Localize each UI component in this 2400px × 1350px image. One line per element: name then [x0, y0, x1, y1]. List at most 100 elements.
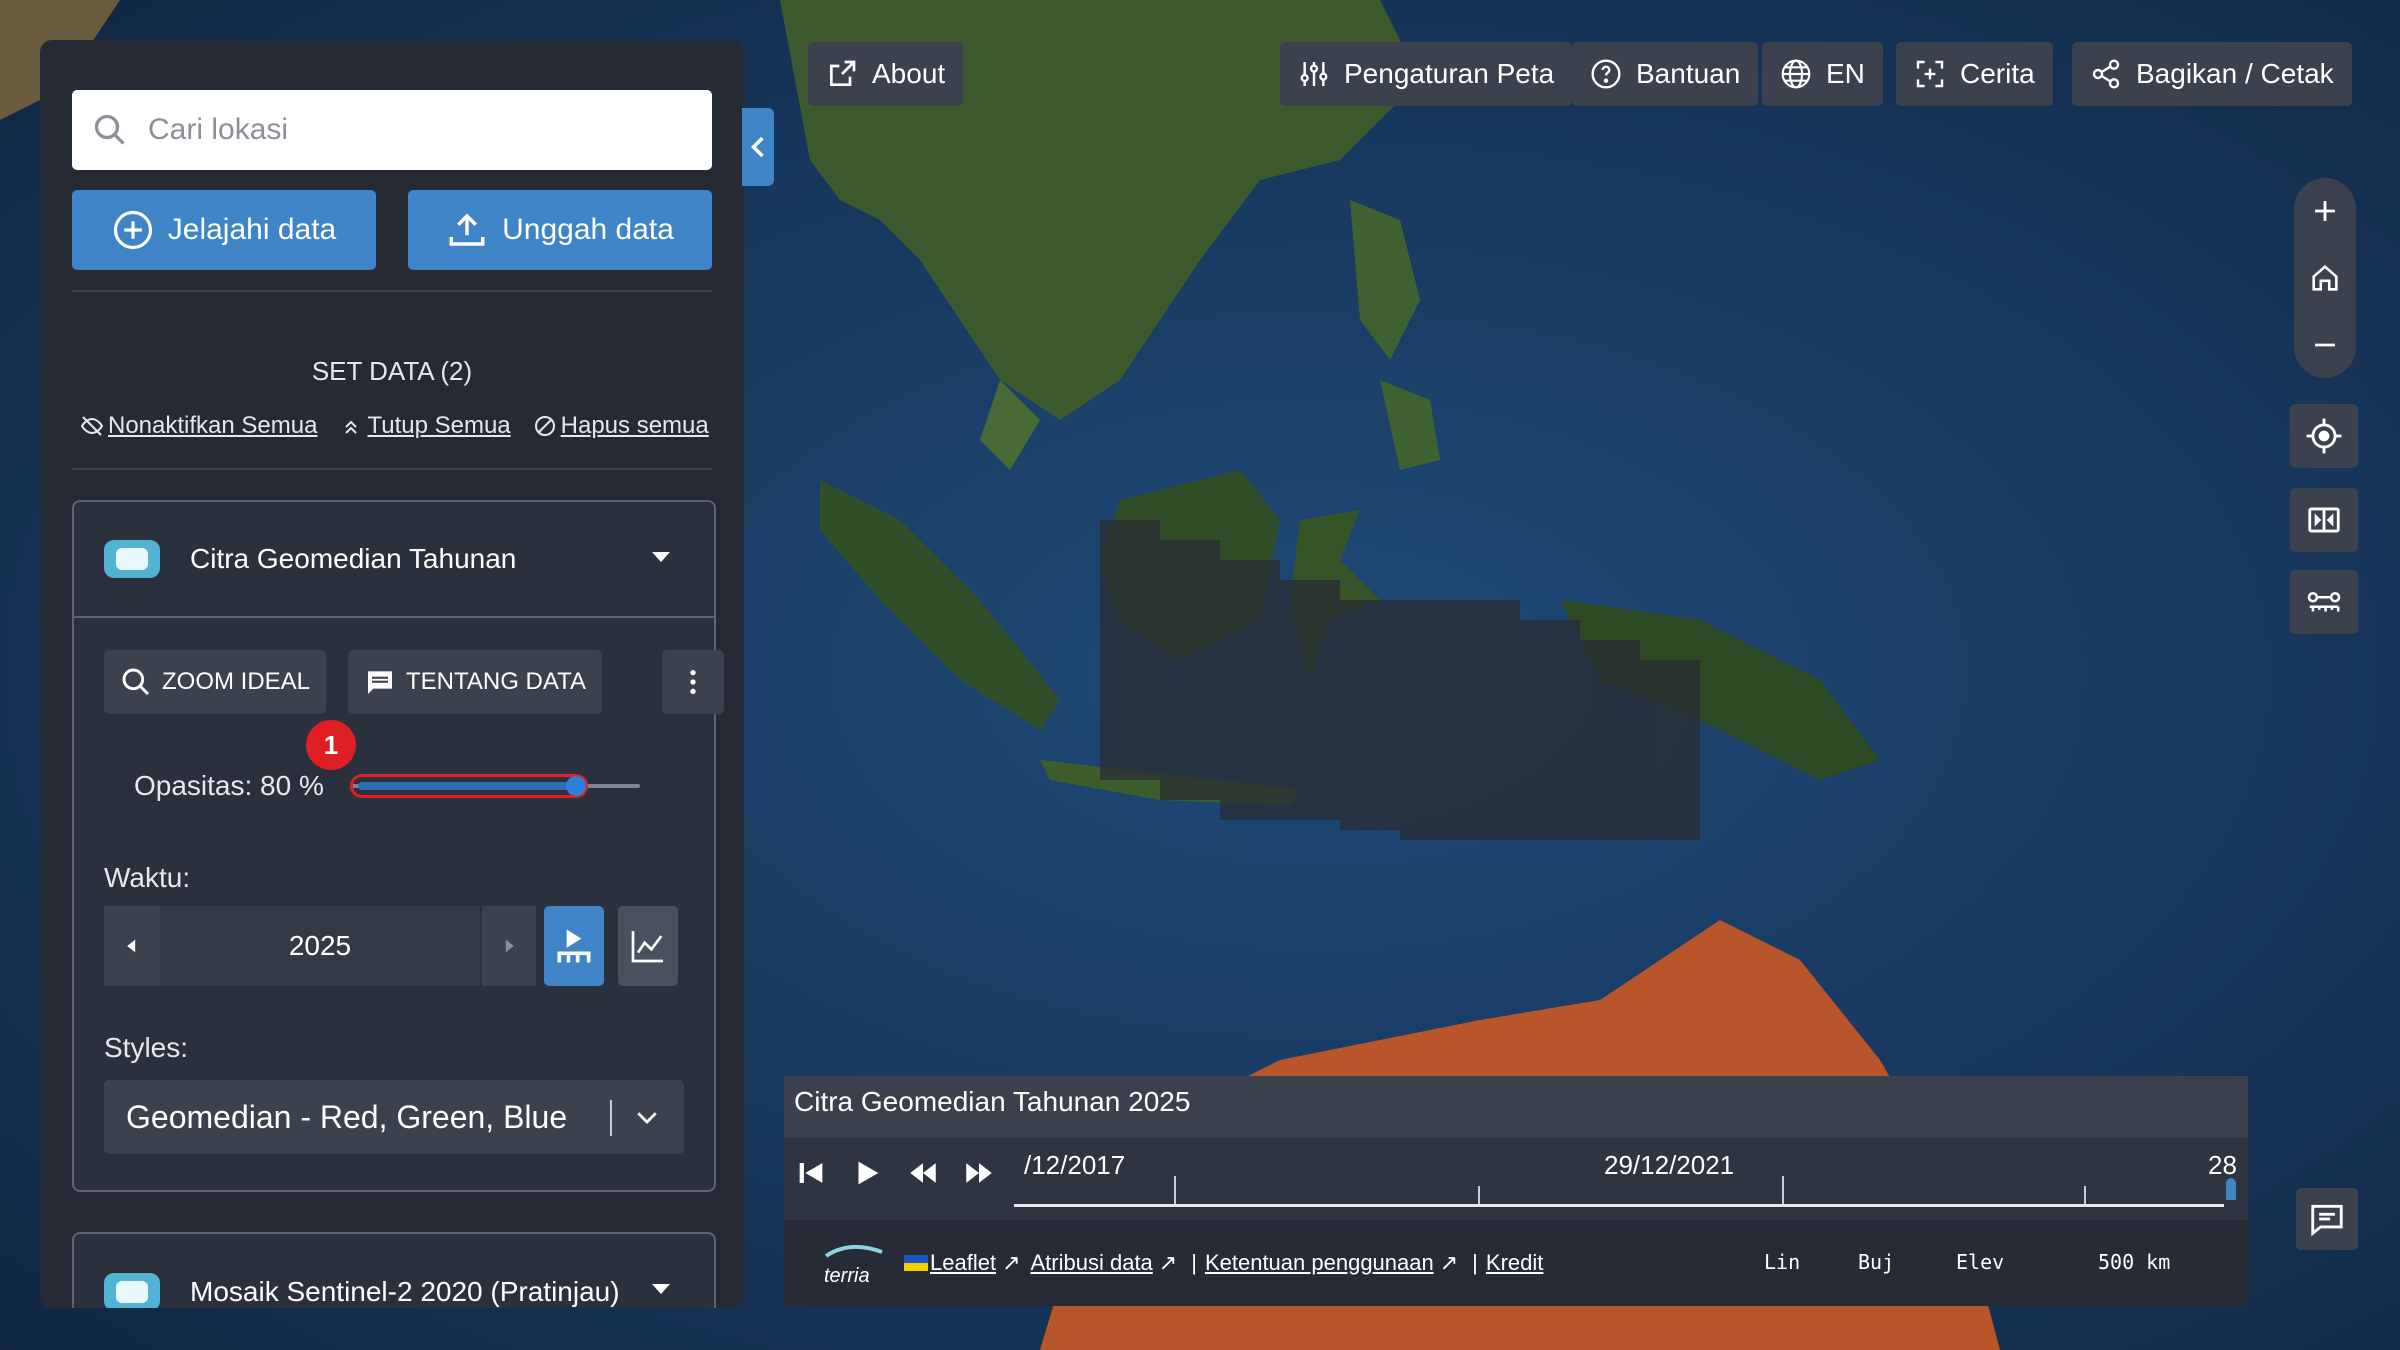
language-button[interactable]: EN: [1762, 42, 1883, 106]
chart-button[interactable]: [618, 906, 678, 986]
locate-icon: [2306, 418, 2342, 454]
time-next-button[interactable]: [480, 906, 536, 986]
chevron-down-icon[interactable]: [652, 552, 670, 562]
workbench-actions: Nonaktifkan Semua Tutup Semua Hapus semu…: [80, 412, 709, 440]
upload-icon: [449, 213, 485, 246]
line-chart-icon: [631, 931, 663, 963]
collapse-panel-button[interactable]: [742, 108, 774, 186]
feedback-button[interactable]: [2296, 1188, 2358, 1250]
caret-left-icon: [127, 939, 136, 953]
upload-data-button[interactable]: Unggah data: [408, 190, 712, 270]
help-button[interactable]: Bantuan: [1572, 42, 1759, 106]
leaflet-link[interactable]: Leaflet: [930, 1250, 996, 1276]
zoom-out-icon[interactable]: [2308, 328, 2342, 362]
timeline-cursor[interactable]: [2226, 1178, 2236, 1200]
opacity-slider[interactable]: [350, 772, 640, 800]
measure-button[interactable]: [2290, 570, 2358, 634]
sliders-icon: [1300, 62, 1328, 86]
timeline-date-start: /12/2017: [1024, 1150, 1126, 1180]
chevrons-up-icon: [345, 420, 358, 434]
timeline-controls: [794, 1156, 996, 1190]
terms-link[interactable]: Ketentuan penggunaan: [1205, 1250, 1434, 1276]
fast-forward-icon[interactable]: [962, 1156, 996, 1190]
status-bar: terria Leaflet ↗ Atribusi data ↗ | Keten…: [784, 1220, 2248, 1306]
time-prev-button[interactable]: [104, 906, 160, 986]
timeline-axis[interactable]: [1014, 1204, 2224, 1207]
chevron-down-icon: [637, 1112, 657, 1124]
select-separator: [610, 1100, 612, 1136]
chevron-down-icon[interactable]: [652, 1284, 670, 1294]
explore-data-button[interactable]: Jelajahi data: [72, 190, 376, 270]
zoom-ideal-button[interactable]: ZOOM IDEAL: [104, 650, 327, 714]
timeline-date-end: 28: [2208, 1150, 2237, 1180]
step-badge: 1: [306, 720, 356, 770]
timeline-tick: [1782, 1176, 1784, 1204]
longitude-label: Buj: [1858, 1250, 1895, 1274]
comment-icon: [368, 671, 392, 694]
flag-icon: [904, 1255, 928, 1271]
upload-data-label: Unggah data: [502, 213, 674, 246]
styles-label: Styles:: [104, 1032, 189, 1063]
dataset-visibility-toggle[interactable]: [104, 1273, 160, 1308]
share-label: Bagikan / Cetak: [2136, 58, 2334, 89]
zoom-in-icon[interactable]: [2308, 194, 2342, 228]
search-input[interactable]: [148, 113, 668, 147]
about-data-label: TENTANG DATA: [406, 668, 586, 695]
split-icon: [2308, 507, 2340, 533]
divider: [72, 290, 712, 292]
help-icon: [1591, 59, 1621, 89]
collapse-all-link[interactable]: Tutup Semua: [339, 412, 511, 440]
share-print-button[interactable]: Bagikan / Cetak: [2072, 42, 2352, 106]
slider-thumb[interactable]: [566, 776, 586, 796]
disable-all-link[interactable]: Nonaktifkan Semua: [80, 412, 317, 440]
dataset-card: Mosaik Sentinel-2 2020 (Pratinjau): [72, 1232, 716, 1308]
dataset-title: Citra Geomedian Tahunan: [190, 543, 517, 574]
external-link-icon: ↗: [1158, 1250, 1178, 1275]
split-compare-button[interactable]: [2290, 488, 2358, 552]
search-icon: [94, 114, 125, 145]
timeline-tick: [1174, 1176, 1176, 1204]
rewind-icon[interactable]: [906, 1156, 940, 1190]
more-vert-icon: [690, 670, 696, 694]
time-selector: 2025: [104, 906, 536, 986]
time-value[interactable]: 2025: [160, 906, 480, 986]
play-icon[interactable]: [850, 1156, 884, 1190]
workbench-title: SET DATA (2): [311, 356, 473, 386]
home-icon[interactable]: [2308, 261, 2342, 295]
dataset-title: Mosaik Sentinel-2 2020 (Pratinjau): [190, 1276, 620, 1307]
explore-data-label: Jelajahi data: [167, 213, 337, 246]
locate-button[interactable]: [2290, 404, 2358, 468]
terria-logo: terria: [820, 1236, 890, 1295]
help-label: Bantuan: [1636, 58, 1741, 89]
globe-icon: [1781, 59, 1811, 89]
latitude-label: Lin: [1764, 1250, 1801, 1274]
zoom-icon: [122, 668, 150, 696]
map-settings-button[interactable]: Pengaturan Peta: [1280, 42, 1573, 106]
opacity-label: Opasitas: 80 %: [134, 770, 324, 801]
timeline-date-mid: 29/12/2021: [1604, 1150, 1735, 1180]
dataset-visibility-toggle[interactable]: [104, 540, 160, 578]
attribution-link[interactable]: Atribusi data: [1031, 1250, 1153, 1276]
separator: |: [1472, 1250, 1478, 1275]
styles-select[interactable]: Geomedian - Red, Green, Blue: [104, 1080, 684, 1154]
workbench-panel: Jelajahi data Unggah data SET DATA (2) N…: [40, 40, 744, 1308]
credits-link[interactable]: Kredit: [1486, 1250, 1543, 1276]
dataset-card: Citra Geomedian Tahunan ZOOM IDEAL TENTA…: [72, 500, 724, 1192]
dataset-header[interactable]: Mosaik Sentinel-2 2020 (Pratinjau): [74, 1234, 714, 1308]
story-button[interactable]: Cerita: [1896, 42, 2053, 106]
about-button[interactable]: About: [808, 42, 964, 106]
zoom-ideal-label: ZOOM IDEAL: [162, 668, 311, 695]
timeline-tick: [2084, 1186, 2086, 1204]
chevron-left-icon: [750, 136, 764, 158]
dataset-header[interactable]: Citra Geomedian Tahunan: [74, 502, 714, 618]
timeline-toggle-button[interactable]: [544, 906, 604, 986]
search-box[interactable]: [72, 90, 712, 170]
more-options-button[interactable]: [662, 650, 724, 714]
time-label: Waktu:: [104, 862, 191, 893]
skip-back-icon[interactable]: [794, 1156, 828, 1190]
about-data-button[interactable]: TENTANG DATA: [348, 650, 602, 714]
remove-all-link[interactable]: Hapus semua: [533, 412, 709, 440]
external-link-icon: ↗: [1439, 1250, 1459, 1275]
ban-icon: [534, 416, 555, 436]
caret-right-icon: [505, 939, 514, 953]
